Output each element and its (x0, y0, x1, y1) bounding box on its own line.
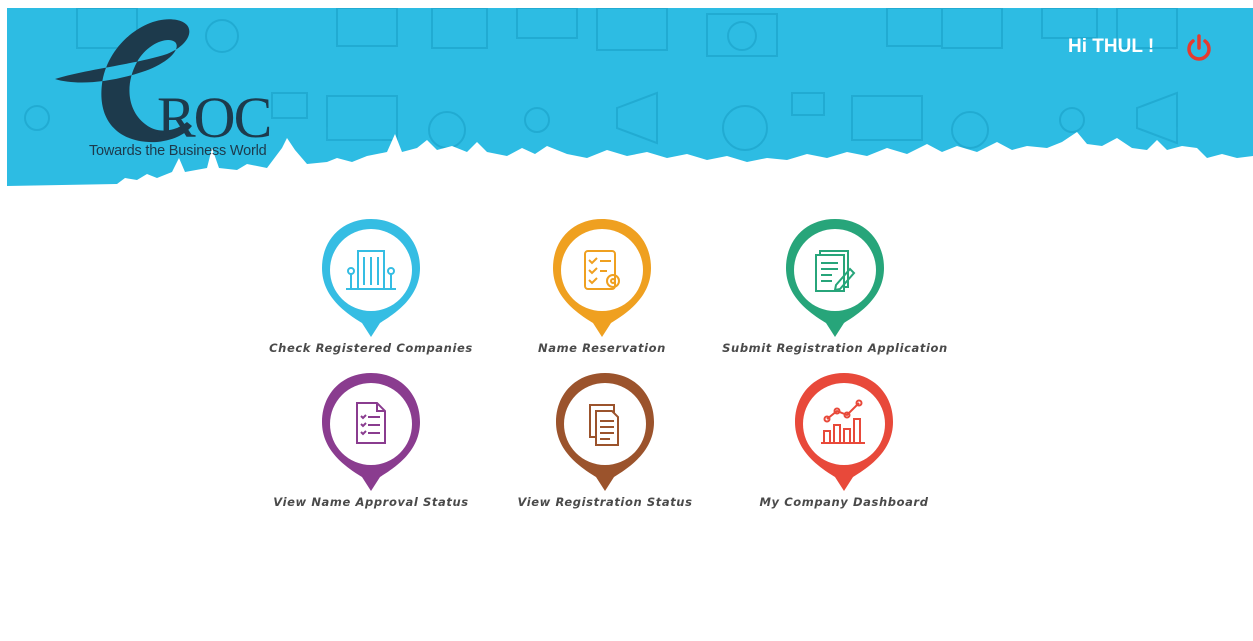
menu-item-view-registration-status[interactable]: View Registration Status (485, 369, 725, 509)
menu-item-label: Submit Registration Application (722, 341, 948, 355)
document-pen-icon (786, 219, 884, 337)
logo-tagline: Towards the Business World (89, 143, 267, 159)
menu-item-label: Name Reservation (538, 341, 666, 355)
menu-item-label: View Registration Status (517, 495, 693, 509)
building-icon (322, 219, 420, 337)
header-banner: e ROC Towards the Business World Hi THUL… (7, 8, 1253, 188)
menu-item-label: Check Registered Companies (269, 341, 473, 355)
menu-item-view-name-approval-status[interactable]: View Name Approval Status (251, 369, 491, 509)
documents-icon (556, 373, 654, 491)
menu-item-check-registered-companies[interactable]: Check Registered Companies (251, 215, 491, 355)
menu-item-label: My Company Dashboard (759, 495, 929, 509)
menu-item-submit-registration-application[interactable]: Submit Registration Application (715, 215, 955, 355)
logo-name: ROC (157, 85, 272, 150)
user-greeting: Hi THUL ! (1068, 36, 1155, 57)
menu-item-name-reservation[interactable]: Name Reservation (482, 215, 722, 355)
chart-icon (795, 373, 893, 491)
menu-item-label: View Name Approval Status (273, 495, 469, 509)
checklist-document-icon (322, 373, 420, 491)
power-icon[interactable] (1184, 33, 1214, 63)
menu-item-my-company-dashboard[interactable]: My Company Dashboard (724, 369, 964, 509)
checklist-gear-icon (553, 219, 651, 337)
